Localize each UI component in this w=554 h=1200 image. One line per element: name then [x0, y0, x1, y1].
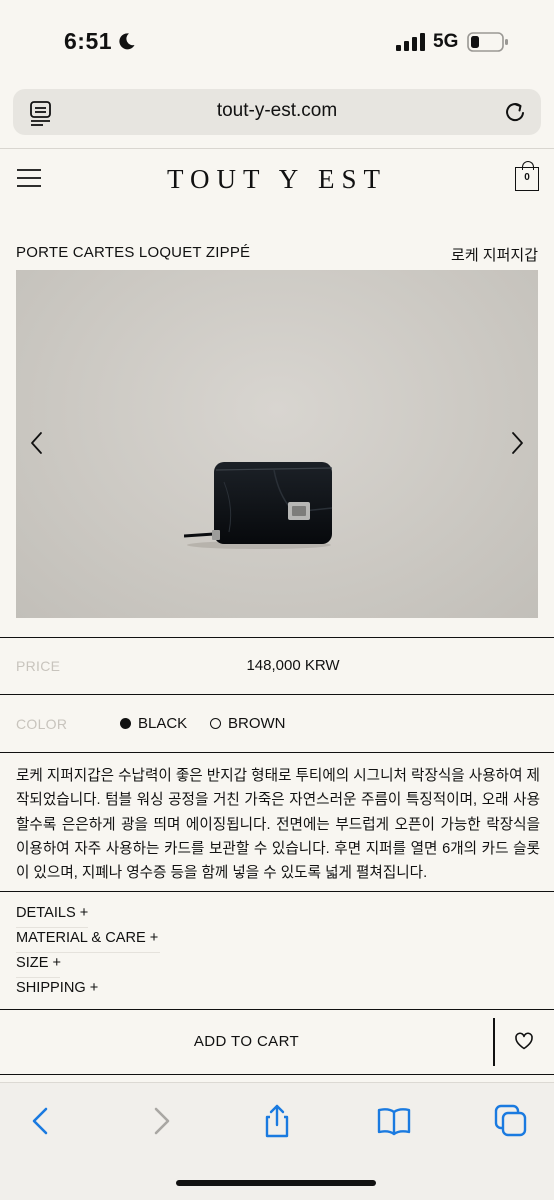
site-header: TOUT Y EST 0: [0, 150, 554, 210]
radio-unselected-icon: [210, 718, 221, 729]
divider: [493, 1018, 495, 1066]
cart-count: 0: [524, 172, 530, 183]
divider: [0, 694, 554, 695]
url-text[interactable]: tout-y-est.com: [13, 100, 541, 122]
tabs-icon[interactable]: [493, 1103, 529, 1139]
shopping-bag-icon[interactable]: 0: [515, 161, 539, 191]
share-icon[interactable]: [259, 1103, 295, 1139]
product-description: 로케 지퍼지갑은 수납력이 좋은 반지갑 형태로 투티에의 시그니처 락장식을 …: [16, 768, 540, 882]
chevron-right-icon[interactable]: [508, 430, 526, 456]
divider: [0, 637, 554, 638]
bookmarks-icon[interactable]: [376, 1103, 412, 1139]
battery-icon: [467, 32, 508, 52]
add-to-cart-button[interactable]: ADD TO CART: [0, 1018, 493, 1066]
color-option-black[interactable]: BLACK: [120, 715, 187, 732]
accordion-details[interactable]: DETAILS +: [16, 905, 88, 921]
heart-icon[interactable]: [514, 1032, 534, 1050]
network-type: 5G: [433, 31, 459, 52]
reload-icon[interactable]: [503, 99, 527, 125]
color-option-label: BLACK: [138, 715, 188, 732]
status-bar: 6:51 5G: [0, 0, 554, 84]
moon-icon: [119, 33, 135, 50]
signal-icon: [396, 33, 425, 51]
accordion-shipping[interactable]: SHIPPING +: [16, 980, 98, 996]
brand-logo[interactable]: TOUT Y EST: [0, 164, 554, 195]
divider: [0, 1074, 554, 1075]
accordion-material-care[interactable]: MATERIAL & CARE +: [16, 930, 158, 946]
product-image-carousel[interactable]: [16, 270, 538, 618]
address-bar[interactable]: tout-y-est.com: [13, 89, 541, 135]
color-option-brown[interactable]: BROWN: [210, 715, 286, 732]
divider: [0, 891, 554, 892]
divider: [0, 752, 554, 753]
product-name-en: PORTE CARTES LOQUET ZIPPÉ: [16, 244, 251, 261]
color-option-label: BROWN: [228, 715, 286, 732]
forward-icon[interactable]: [143, 1103, 179, 1139]
divider: [0, 148, 554, 149]
divider: [0, 1009, 554, 1010]
back-icon[interactable]: [23, 1103, 59, 1139]
accordion-size[interactable]: SIZE +: [16, 955, 61, 971]
status-time: 6:51: [64, 28, 113, 54]
chevron-left-icon[interactable]: [28, 430, 46, 456]
divider: [16, 927, 88, 928]
radio-selected-icon: [120, 718, 131, 729]
product-price: 148,000 KRW: [246, 657, 340, 674]
home-indicator[interactable]: [176, 1180, 376, 1186]
color-label: COLOR: [16, 716, 68, 732]
wallet-photo: [184, 462, 333, 549]
divider: [16, 977, 60, 978]
product-name-ko: 로케 지퍼지갑: [451, 247, 538, 264]
divider: [16, 952, 160, 953]
